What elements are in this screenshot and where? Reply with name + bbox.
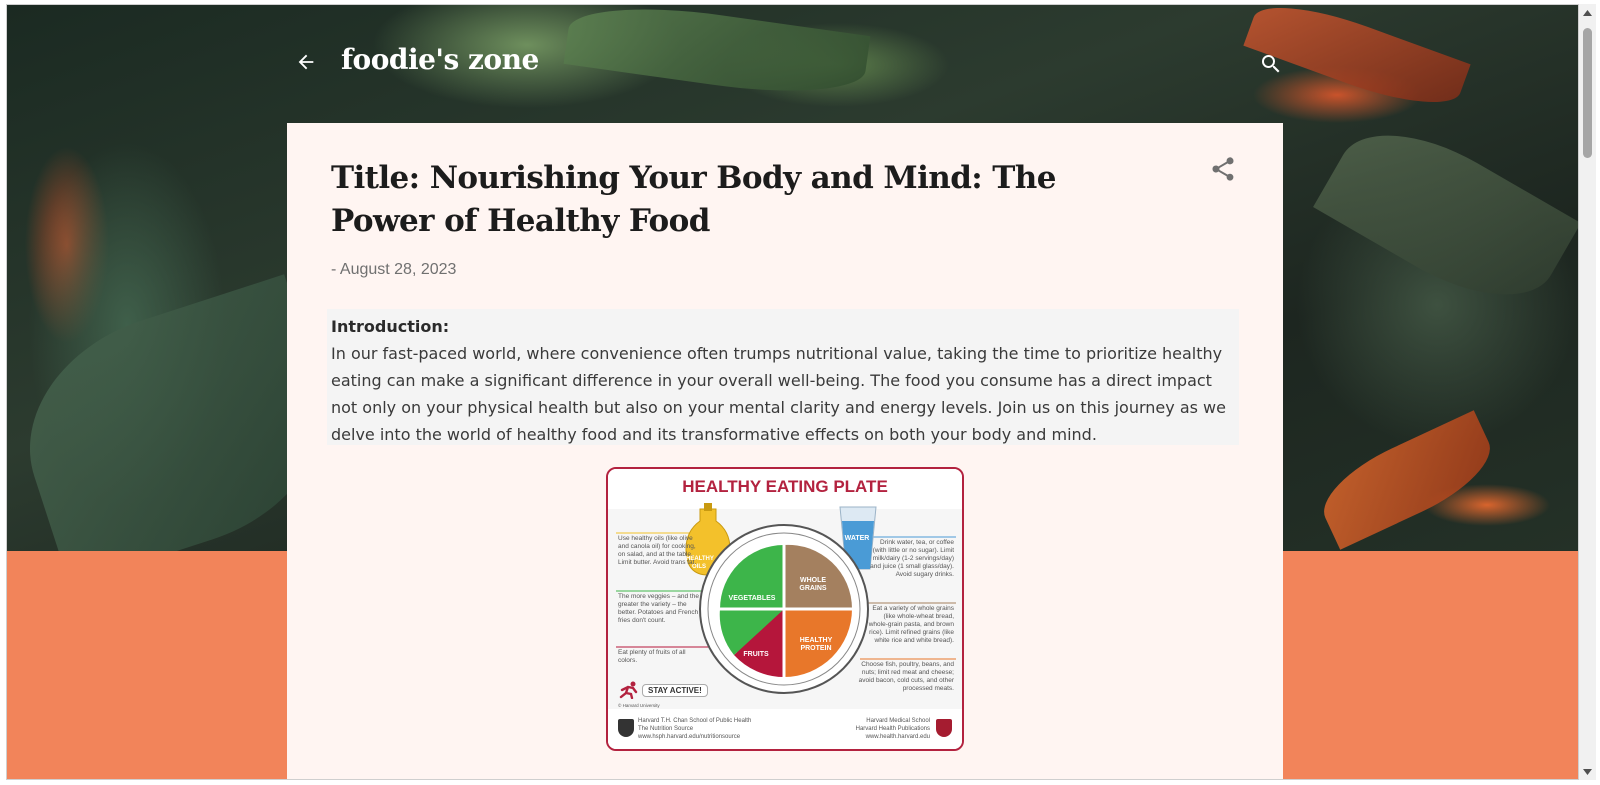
search-button[interactable] <box>1254 47 1288 81</box>
right-footer-text: Harvard Medical School Harvard Health Pu… <box>855 718 930 740</box>
harvard-chan-crest-icon <box>618 719 634 737</box>
scroll-down-button[interactable] <box>1579 763 1596 780</box>
water-label: WATER <box>844 535 870 542</box>
intro-paragraph: In our fast-paced world, where convenien… <box>331 344 1226 444</box>
veggies-note: The more veggies – and the greater the v… <box>618 593 699 624</box>
search-icon <box>1262 55 1280 73</box>
share-icon <box>1212 157 1234 181</box>
vegetables-label: VEGETABLES <box>728 595 776 602</box>
protein-note: Choose fish, poultry, beans, and nuts; l… <box>858 661 954 692</box>
oils-note: Use healthy oils (like olive and canola … <box>618 535 697 566</box>
vertical-scrollbar[interactable] <box>1579 4 1596 780</box>
protein-label: HEALTHY PROTEIN <box>799 637 833 652</box>
water-note: Drink water, tea, or coffee (with little… <box>870 539 954 578</box>
grains-note: Eat a variety of whole grains (like whol… <box>868 605 954 644</box>
intro-heading: Introduction: <box>331 317 450 336</box>
harvard-medical-crest-icon <box>936 719 952 737</box>
post-title: Title: Nourishing Your Body and Mind: Th… <box>331 160 1056 239</box>
fruits-label: FRUITS <box>743 651 769 658</box>
caret-down-icon <box>1583 768 1592 775</box>
post-date: - August 28, 2023 <box>331 261 457 278</box>
scroll-up-button[interactable] <box>1579 4 1596 21</box>
leaf-decoration <box>1310 410 1504 550</box>
stay-active-badge: STAY ACTIVE! <box>642 684 708 697</box>
post-card: Title: Nourishing Your Body and Mind: Th… <box>287 123 1283 779</box>
runner-icon <box>619 681 638 699</box>
intro-section: Introduction: In our fast-paced world, w… <box>327 309 1239 445</box>
caret-up-icon <box>1583 9 1592 16</box>
scrollbar-thumb[interactable] <box>1583 28 1592 158</box>
arrow-left-icon <box>298 54 314 70</box>
left-footer-text: Harvard T.H. Chan School of Public Healt… <box>638 718 752 740</box>
healthy-eating-plate-image[interactable]: HEALTHY EATING PLATE HEALTHY OILS WATER … <box>606 467 964 751</box>
fruits-note: Eat plenty of fruits of all colors. <box>618 649 686 664</box>
whole-grains-label: WHOLE GRAINS <box>799 577 827 592</box>
page-frame: foodie's zone Title: Nourishing Your Bod… <box>6 4 1579 780</box>
back-button[interactable] <box>289 45 323 79</box>
leaf-decoration <box>563 5 871 106</box>
share-button[interactable] <box>1209 155 1239 185</box>
site-title[interactable]: foodie's zone <box>341 43 539 76</box>
leaf-decoration <box>1313 103 1578 327</box>
